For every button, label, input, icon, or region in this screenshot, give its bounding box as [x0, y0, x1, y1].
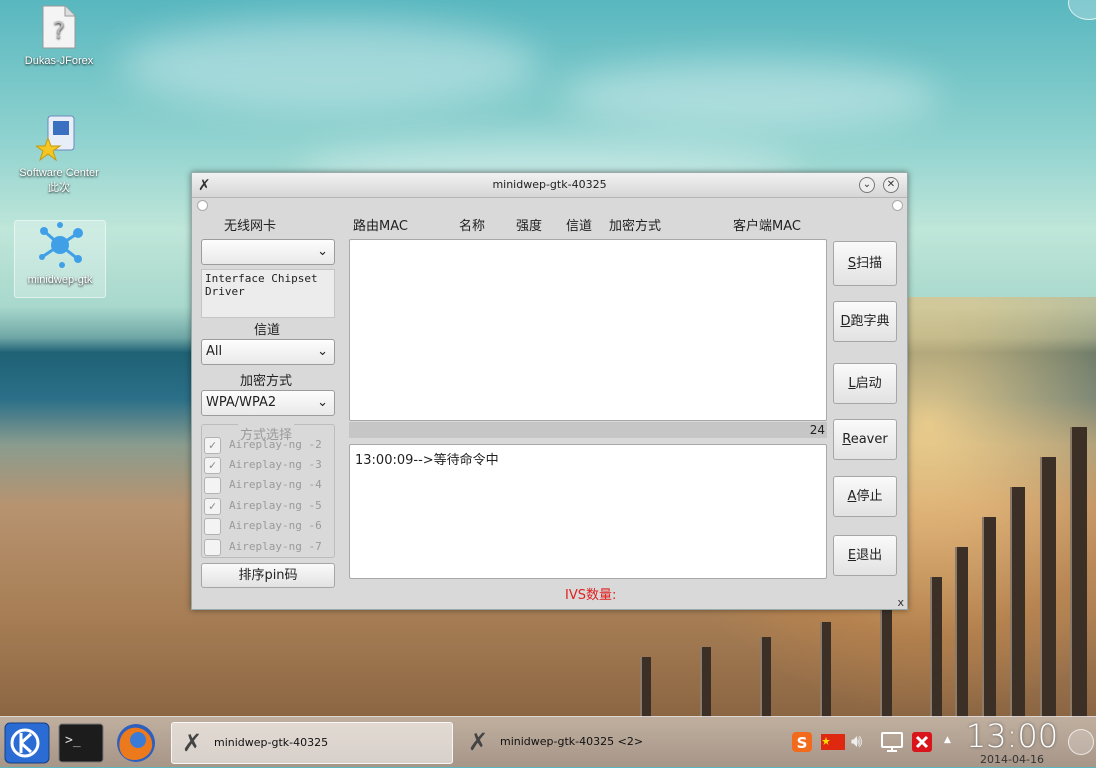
desktop-icon-software-center[interactable]: Software Center 此次	[14, 112, 104, 195]
column-header-name: 名称	[459, 219, 486, 234]
x-app-icon[interactable]: ✗	[198, 177, 211, 193]
log-text: 13:00:09-->等待命令中	[355, 453, 499, 468]
volume-icon[interactable]: 🔊︎	[851, 731, 873, 753]
sort-pin-button[interactable]: 排序pin码	[201, 563, 335, 588]
wireless-card-select[interactable]: ⌄	[201, 239, 335, 265]
kde-logo-icon	[4, 722, 50, 764]
firefox-icon	[117, 724, 155, 762]
error-notification-icon[interactable]	[911, 731, 933, 753]
clock[interactable]: 13:00 2014-04-16	[956, 718, 1068, 766]
network-list[interactable]	[349, 239, 827, 421]
resize-close-icon[interactable]: x	[897, 596, 904, 609]
terminal-icon: >_	[58, 723, 104, 763]
desktop-icon-minidwep-gtk[interactable]: minidwep-gtk	[14, 220, 106, 298]
clock-time: 13:00	[965, 717, 1059, 755]
launch-button[interactable]: L启动	[833, 363, 897, 404]
fence-post	[1040, 457, 1056, 717]
close-icon[interactable]: ✕	[883, 177, 899, 193]
svg-text:>_: >_	[65, 733, 81, 748]
scan-button[interactable]: S扫描	[833, 241, 897, 286]
channel-select[interactable]: All ⌄	[201, 339, 335, 365]
encryption-select[interactable]: WPA/WPA2 ⌄	[201, 390, 335, 416]
channel-label: 信道	[254, 323, 281, 338]
ivs-count-label: IVS数量:	[565, 588, 617, 603]
desktop-toolbox-icon[interactable]	[1068, 729, 1094, 755]
reaver-button[interactable]: Reaver	[833, 419, 897, 460]
attack-mode-group: 方式选择 ✓ Aireplay-ng -2 ✓ Aireplay-ng -3 Air…	[201, 424, 335, 558]
desktop-icon-label: Software Center 此次	[19, 167, 99, 194]
terminal-launcher[interactable]: >_	[57, 722, 105, 764]
progress-value: 24	[809, 423, 825, 437]
x-app-icon: ✗	[467, 728, 489, 756]
taskbar: >_ ✗ minidwep-gtk-40325 ✗ minidwep-gtk-403…	[0, 716, 1096, 767]
checkbox-aireplay-2[interactable]: ✓ Aireplay-ng -2	[204, 436, 322, 454]
desktop-icon-dukas-jforex[interactable]: ? Dukas-JForex	[14, 4, 104, 67]
corner-dot	[892, 200, 903, 211]
network-monitor-icon[interactable]	[880, 731, 903, 753]
china-flag-icon[interactable]	[821, 731, 845, 753]
checkbox-aireplay-4[interactable]: Aireplay-ng -4	[204, 476, 322, 494]
progress-bar: 24	[349, 422, 827, 438]
fence-post	[760, 637, 771, 717]
checkmark-icon[interactable]: ✓	[204, 456, 221, 474]
fence-post	[1010, 487, 1025, 717]
column-header-router-mac: 路由MAC	[353, 219, 408, 234]
software-center-icon	[14, 112, 104, 165]
interface-info-box: Interface Chipset Driver	[201, 269, 335, 318]
minimize-icon[interactable]: ⌄	[859, 177, 875, 193]
encryption-label: 加密方式	[240, 374, 293, 389]
fence-post	[880, 602, 892, 717]
log-area[interactable]: 13:00:09-->等待命令中	[349, 444, 827, 579]
fence-post	[700, 647, 711, 717]
checkbox-aireplay-6[interactable]: Aireplay-ng -6	[204, 517, 322, 535]
fence-post	[930, 577, 942, 717]
fence-post	[1070, 427, 1087, 717]
column-header-encryption: 加密方式	[609, 219, 662, 234]
stop-button[interactable]: A停止	[833, 476, 897, 517]
corner-dot	[197, 200, 208, 211]
desktop-cashew-icon[interactable]	[1068, 0, 1096, 20]
clock-date: 2014-04-16	[980, 753, 1044, 766]
checkbox-aireplay-3[interactable]: ✓ Aireplay-ng -3	[204, 456, 322, 474]
chevron-down-icon: ⌄	[317, 395, 328, 410]
sogou-input-icon[interactable]: S	[791, 731, 813, 753]
svg-text:?: ?	[53, 19, 65, 44]
checkmark-icon[interactable]: ✓	[204, 436, 221, 454]
chevron-down-icon: ⌄	[317, 344, 328, 359]
task-minidwep-2[interactable]: ✗ minidwep-gtk-40325 <2>	[458, 722, 758, 762]
desktop-icon-label: Dukas-JForex	[24, 55, 94, 67]
dictionary-button[interactable]: D跑字典	[833, 301, 897, 342]
column-header-client-mac: 客户端MAC	[733, 219, 801, 234]
channel-value: All	[206, 344, 223, 359]
checkmark-icon[interactable]: ✓	[204, 497, 221, 515]
fence-post	[982, 517, 996, 717]
minidwep-window: ✗ minidwep-gtk-40325 ⌄ ✕ 无线网卡 ⌄ Interfac…	[191, 172, 908, 610]
fence-post	[955, 547, 968, 717]
column-header-strength: 强度	[516, 219, 543, 234]
window-title: minidwep-gtk-40325	[492, 178, 607, 191]
fence-post	[820, 622, 831, 717]
tray-expand-icon[interactable]: ▲	[944, 735, 951, 745]
task-minidwep-1[interactable]: ✗ minidwep-gtk-40325	[171, 722, 453, 764]
exit-button[interactable]: E退出	[833, 535, 897, 576]
minidwep-splash-icon	[15, 221, 105, 272]
cloud	[560, 60, 940, 130]
column-header-channel: 信道	[566, 219, 593, 234]
window-titlebar[interactable]: ✗ minidwep-gtk-40325 ⌄ ✕	[192, 173, 907, 198]
wireless-card-label: 无线网卡	[224, 219, 277, 234]
firefox-launcher[interactable]	[112, 722, 160, 764]
checkbox-aireplay-5[interactable]: ✓ Aireplay-ng -5	[204, 497, 322, 515]
desktop-icon-label: minidwep-gtk	[27, 274, 93, 286]
fence-post	[640, 657, 651, 717]
chevron-down-icon: ⌄	[317, 244, 328, 259]
x-app-icon: ✗	[181, 729, 203, 757]
checkbox-aireplay-7[interactable]: Aireplay-ng -7	[204, 538, 322, 556]
unknown-file-icon: ?	[14, 4, 104, 53]
svg-text:S: S	[797, 734, 808, 752]
cloud	[120, 20, 540, 110]
encryption-value: WPA/WPA2	[206, 395, 277, 410]
kde-menu-button[interactable]	[3, 722, 51, 764]
